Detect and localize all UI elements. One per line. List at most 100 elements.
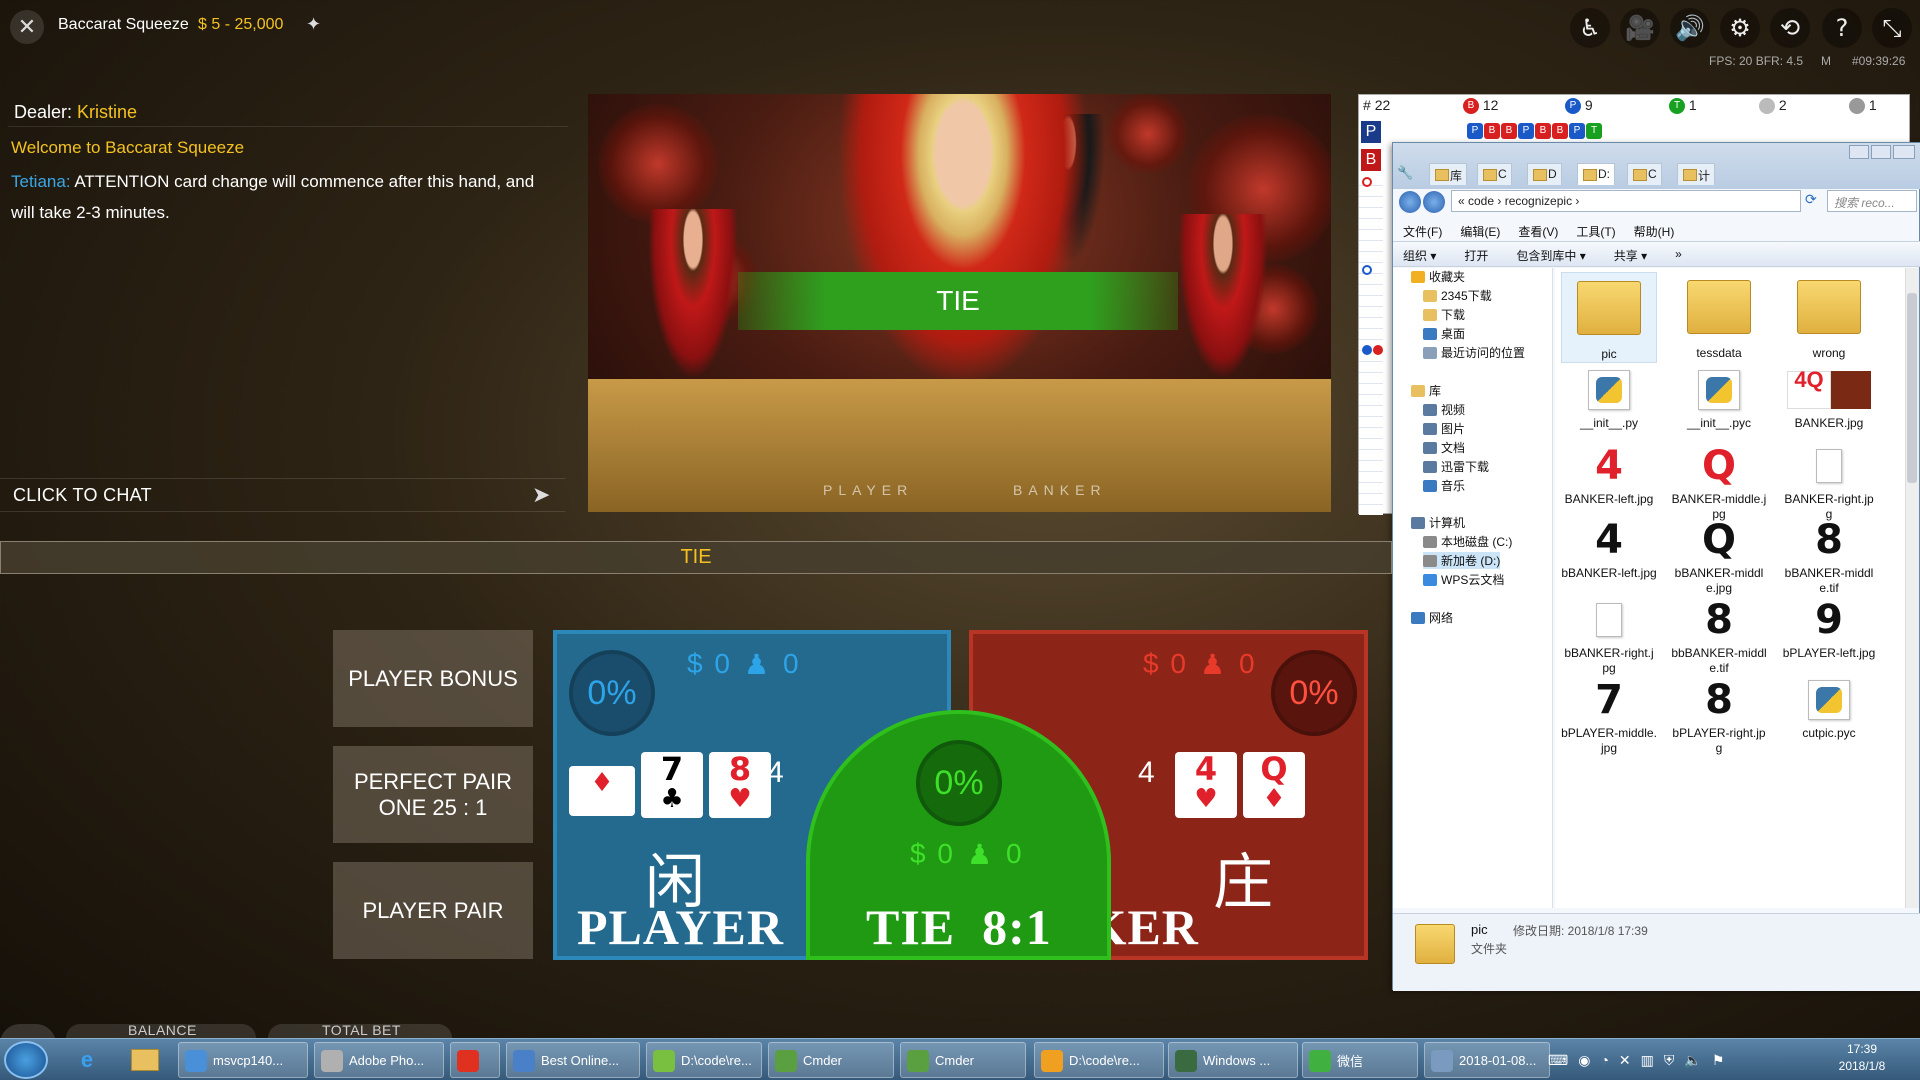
file-item[interactable]: BANKER-right.jpg xyxy=(1781,444,1877,522)
file-item[interactable]: 8 bBANKER-middle.tif xyxy=(1781,518,1877,596)
nav-item[interactable]: 下载 xyxy=(1423,306,1465,323)
pin-icon[interactable]: ✦ xyxy=(306,14,321,35)
tray-network-icon[interactable]: ▥ xyxy=(1641,1052,1654,1069)
file-item[interactable]: 7 bPLAYER-middle.jpg xyxy=(1561,678,1657,756)
search-input[interactable]: 搜索 reco... xyxy=(1827,190,1917,212)
file-item[interactable]: 8 bbBANKER-middle.tif xyxy=(1671,598,1767,676)
taskbar-task[interactable] xyxy=(450,1042,500,1078)
forward-button[interactable] xyxy=(1423,191,1445,213)
camera-button[interactable]: 🎥 xyxy=(1620,8,1660,48)
file-item[interactable]: __init__.py xyxy=(1561,368,1657,431)
nav-item[interactable]: 桌面 xyxy=(1423,325,1465,342)
nav-item[interactable]: 网络 xyxy=(1411,609,1453,626)
explorer-tab-4[interactable]: D: xyxy=(1577,163,1615,185)
predict-player-button[interactable]: P xyxy=(1361,121,1381,143)
file-item[interactable]: 8 bPLAYER-right.jpg xyxy=(1671,678,1767,756)
include-library-button[interactable]: 包含到库中 ▾ xyxy=(1516,247,1585,263)
nav-item[interactable]: 视频 xyxy=(1423,401,1465,418)
taskbar-task[interactable]: D:\code\re... xyxy=(1034,1042,1164,1078)
explorer-tab-5[interactable]: C xyxy=(1627,163,1662,185)
explorer-tab-3[interactable]: D xyxy=(1527,163,1562,185)
player-pair-bet[interactable]: PLAYER PAIR xyxy=(333,862,533,959)
close-window-button[interactable] xyxy=(1893,145,1915,159)
file-item[interactable]: QbBANKER-middle.jpg xyxy=(1671,518,1767,596)
file-item[interactable]: 4 bBANKER-left.jpg xyxy=(1561,518,1657,581)
nav-item[interactable]: 图片 xyxy=(1423,420,1465,437)
send-icon[interactable]: ➤ xyxy=(532,482,550,508)
scrollbar-thumb[interactable] xyxy=(1907,293,1917,483)
tray-flag-icon[interactable]: ⚑ xyxy=(1712,1052,1725,1069)
nav-item[interactable]: 库 xyxy=(1411,382,1441,399)
file-item[interactable]: wrong xyxy=(1781,272,1877,361)
taskbar-task[interactable]: Windows ... xyxy=(1168,1042,1298,1078)
nav-item[interactable]: 2345下载 xyxy=(1423,287,1492,304)
nav-item[interactable]: WPS云文档 xyxy=(1423,571,1504,588)
minimize-button[interactable] xyxy=(1849,145,1869,159)
nav-item[interactable]: 迅雷下载 xyxy=(1423,458,1489,475)
file-item[interactable]: tessdata xyxy=(1671,272,1767,361)
file-item[interactable]: 4 BANKER-left.jpg xyxy=(1561,444,1657,507)
nav-item[interactable]: 最近访问的位置 xyxy=(1423,344,1525,361)
tray-volume-icon[interactable]: 🔈 xyxy=(1684,1052,1701,1069)
nav-item[interactable]: 收藏夹 xyxy=(1411,268,1465,285)
chat-input[interactable]: CLICK TO CHAT xyxy=(0,478,565,512)
menu-tools[interactable]: 工具(T) xyxy=(1576,223,1615,239)
tray-chrome-icon[interactable]: ◉ xyxy=(1578,1052,1590,1069)
file-item[interactable]: __init__.pyc xyxy=(1671,368,1767,431)
taskbar-task[interactable]: D:\code\re... xyxy=(646,1042,762,1078)
history-button[interactable]: ⟲ xyxy=(1770,8,1810,48)
tray-keyboard-icon[interactable]: ⌨ xyxy=(1548,1052,1568,1069)
menu-file[interactable]: 文件(F) xyxy=(1403,223,1442,239)
taskbar-task[interactable]: 微信 xyxy=(1302,1042,1418,1078)
file-item[interactable]: cutpic.pyc xyxy=(1781,678,1877,741)
settings-button[interactable]: ⚙ xyxy=(1720,8,1760,48)
taskbar-task[interactable]: Cmder xyxy=(768,1042,894,1078)
menu-edit[interactable]: 编辑(E) xyxy=(1460,223,1500,239)
back-button[interactable] xyxy=(1399,191,1421,213)
tray-x-icon[interactable]: ✕ xyxy=(1619,1052,1631,1069)
taskbar-task[interactable]: Best Online... xyxy=(506,1042,640,1078)
wrench-icon[interactable]: 🔧 xyxy=(1397,165,1413,181)
menu-view[interactable]: 查看(V) xyxy=(1518,223,1558,239)
tray-shield-icon[interactable]: ⛨ xyxy=(1664,1052,1675,1069)
nav-item[interactable]: 计算机 xyxy=(1411,514,1465,531)
start-button[interactable] xyxy=(4,1041,48,1079)
nav-item[interactable]: 文档 xyxy=(1423,439,1465,456)
predict-banker-button[interactable]: B xyxy=(1361,149,1381,171)
help-button[interactable]: ? xyxy=(1822,8,1862,48)
taskbar-task[interactable]: Cmder xyxy=(900,1042,1026,1078)
address-bar[interactable]: « code › recognizepic › xyxy=(1451,190,1801,212)
explorer-tab-6[interactable]: 计 xyxy=(1677,163,1716,185)
share-button[interactable]: 共享 ▾ xyxy=(1614,247,1647,263)
nav-item[interactable]: 本地磁盘 (C:) xyxy=(1423,533,1512,550)
nav-item[interactable]: 音乐 xyxy=(1423,477,1465,494)
file-item[interactable]: bBANKER-right.jpg xyxy=(1561,598,1657,676)
file-item[interactable]: Q BANKER-middle.jpg xyxy=(1671,444,1767,522)
taskbar-clock[interactable]: 17:39 2018/1/8 xyxy=(1820,1041,1904,1075)
maximize-button[interactable] xyxy=(1871,145,1891,159)
ie-icon[interactable]: e xyxy=(60,1042,114,1078)
nav-item[interactable]: 新加卷 (D:) xyxy=(1423,552,1501,569)
organize-button[interactable]: 组织 ▾ xyxy=(1403,247,1436,263)
explorer-tab-2[interactable]: C xyxy=(1477,163,1512,185)
explorer-icon[interactable] xyxy=(118,1042,172,1078)
explorer-tab-1[interactable]: 库 xyxy=(1429,163,1468,185)
file-item[interactable]: 9 bPLAYER-left.jpg xyxy=(1781,598,1877,661)
fullscreen-button[interactable]: ⤡ xyxy=(1872,8,1912,48)
file-explorer-window[interactable]: 🔧 库 C D D: C 计 « code › recognizepic › ⟳… xyxy=(1392,142,1920,991)
player-bonus-bet[interactable]: PLAYER BONUS xyxy=(333,630,533,727)
accessibility-button[interactable]: ♿ xyxy=(1570,8,1610,48)
more-button[interactable]: » xyxy=(1675,247,1682,261)
refresh-icon[interactable]: ⟳ xyxy=(1805,191,1823,211)
taskbar-task[interactable]: msvcp140... xyxy=(178,1042,308,1078)
volume-button[interactable]: 🔊 xyxy=(1670,8,1710,48)
close-button[interactable]: ✕ xyxy=(10,10,44,44)
taskbar-task[interactable]: 2018-01-08... xyxy=(1424,1042,1550,1078)
menu-help[interactable]: 帮助(H) xyxy=(1634,223,1675,239)
file-item[interactable]: 4Q BANKER.jpg xyxy=(1781,368,1877,431)
perfect-pair-bet[interactable]: PERFECT PAIR ONE 25 : 1 xyxy=(333,746,533,843)
open-button[interactable]: 打开 xyxy=(1464,247,1488,263)
file-item[interactable]: pic xyxy=(1561,272,1657,363)
tray-wechat-icon[interactable]: ◔ xyxy=(1600,1052,1608,1068)
taskbar-task[interactable]: Adobe Pho... xyxy=(314,1042,444,1078)
